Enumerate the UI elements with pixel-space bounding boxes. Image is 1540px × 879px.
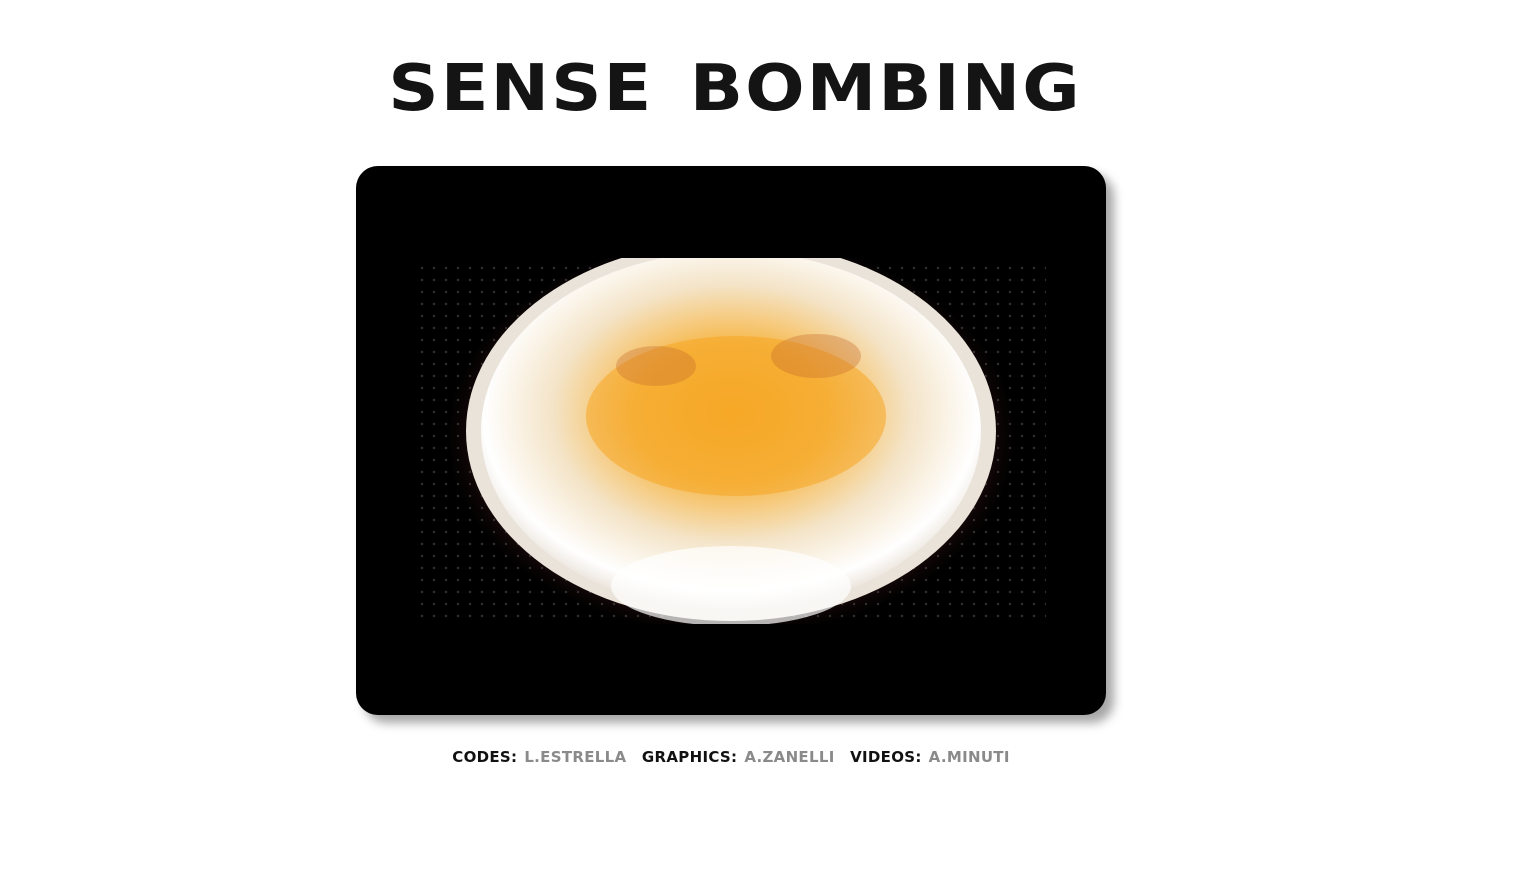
- credit-link-graphics[interactable]: A.ZANELLI: [744, 748, 834, 766]
- video-player[interactable]: [356, 166, 1106, 715]
- credit-link-codes[interactable]: L.ESTRELLA: [524, 748, 626, 766]
- video-frame-image: [416, 258, 1046, 624]
- credits-bar: CODES: L.ESTRELLA GRAPHICS: A.ZANELLI VIDE…: [356, 747, 1106, 767]
- credit-label-graphics: GRAPHICS:: [641, 748, 738, 766]
- credit-label-videos: VIDEOS:: [850, 748, 922, 766]
- credit-label-codes: CODES:: [452, 748, 518, 766]
- page-title: SENSE BOMBING: [388, 50, 1082, 126]
- credit-link-videos[interactable]: A.MINUTI: [929, 748, 1010, 766]
